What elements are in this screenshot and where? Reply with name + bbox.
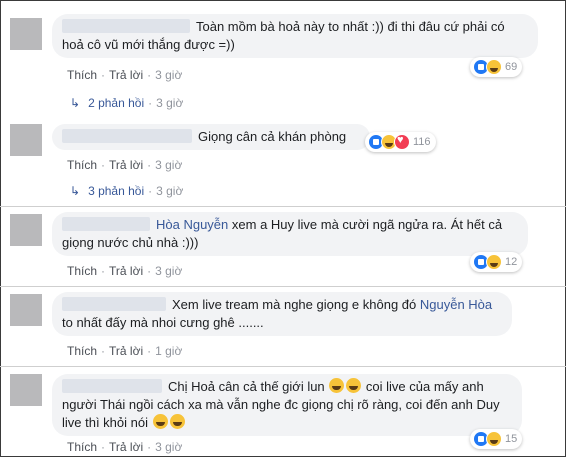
comment-bubble: Xem live tream mà nghe giọng e không đó …	[52, 292, 512, 336]
separator: ·	[101, 344, 106, 358]
replies-time: 3 giờ	[156, 184, 184, 198]
avatar[interactable]	[10, 18, 42, 50]
reply-link[interactable]: Trả lời	[109, 264, 143, 278]
like-link[interactable]: Thích	[67, 264, 97, 278]
divider	[0, 366, 566, 367]
reply-arrow-icon: ↳	[70, 96, 81, 110]
avatar[interactable]	[10, 124, 42, 156]
separator: ·	[101, 264, 106, 278]
view-replies[interactable]: ↳ 2 phản hồi · 3 giờ	[70, 96, 183, 110]
comment-actions: Thích · Trả lời · 3 giờ	[67, 264, 182, 278]
comment-bubble: Chị Hoả cân cả thế giới lun coi live của…	[52, 374, 522, 436]
reaction-count: 15	[505, 433, 518, 445]
comment-bubble: Hòa Nguyễn xem a Huy live mà cười ngã ng…	[52, 212, 528, 256]
comment-text: Giọng cân cả khán phòng	[198, 129, 347, 144]
commenter-name[interactable]	[62, 297, 166, 311]
reply-link[interactable]: Trả lời	[109, 158, 143, 172]
reply-link[interactable]: Trả lời	[109, 344, 143, 358]
reaction-summary[interactable]: 116	[365, 132, 436, 152]
reaction-summary[interactable]: 69	[470, 57, 523, 77]
comment-bubble: Giọng cân cả khán phòng	[52, 124, 370, 150]
comment-actions: Thích · Trả lời · 3 giờ	[67, 68, 182, 82]
view-replies[interactable]: ↳ 3 phản hồi · 3 giờ	[70, 184, 183, 198]
comment-time[interactable]: 3 giờ	[155, 264, 182, 278]
separator: ·	[101, 68, 106, 82]
avatar[interactable]	[10, 374, 42, 406]
reaction-count: 12	[505, 256, 518, 268]
separator: ·	[148, 96, 153, 110]
separator: ·	[147, 68, 152, 82]
commenter-name[interactable]	[62, 379, 162, 393]
commenter-name[interactable]	[62, 19, 190, 33]
replies-count[interactable]: 3 phản hồi	[88, 184, 144, 198]
separator: ·	[101, 440, 106, 454]
reply-arrow-icon: ↳	[70, 184, 81, 198]
comment-text: to nhất đấy mà nhoi cưng ghê .......	[62, 315, 264, 330]
reaction-summary[interactable]: 12	[470, 252, 523, 272]
comment-actions: Thích · Trả lời · 1 giờ	[67, 344, 182, 358]
comment-bubble: Toàn mồm bà hoả này to nhất :)) đi thi đ…	[52, 14, 538, 58]
like-link[interactable]: Thích	[67, 344, 97, 358]
separator: ·	[147, 440, 152, 454]
like-link[interactable]: Thích	[67, 158, 97, 172]
comment-time[interactable]: 3 giờ	[155, 158, 182, 172]
separator: ·	[148, 184, 153, 198]
comment-time[interactable]: 1 giờ	[155, 344, 182, 358]
like-link[interactable]: Thích	[67, 68, 97, 82]
comment-text: Chị Hoả cân cả thế giới lun	[168, 379, 329, 394]
like-link[interactable]: Thích	[67, 440, 97, 454]
tagged-user[interactable]: Hòa Nguyễn	[156, 217, 228, 232]
avatar[interactable]	[10, 294, 42, 326]
laughing-emoji-icon	[346, 378, 362, 393]
avatar[interactable]	[10, 214, 42, 246]
reply-link[interactable]: Trả lời	[109, 440, 143, 454]
tagged-user[interactable]: Nguyễn Hòa	[420, 297, 492, 312]
comment-time[interactable]: 3 giờ	[155, 68, 182, 82]
haha-icon	[486, 59, 502, 75]
reaction-count: 116	[413, 136, 431, 148]
haha-icon	[486, 431, 502, 447]
comment-time[interactable]: 3 giờ	[155, 440, 182, 454]
reply-link[interactable]: Trả lời	[109, 68, 143, 82]
divider	[0, 206, 566, 207]
divider	[0, 286, 566, 287]
commenter-name[interactable]	[62, 217, 150, 231]
commenter-name[interactable]	[62, 129, 192, 143]
comment-actions: Thích · Trả lời · 3 giờ	[67, 440, 182, 454]
separator: ·	[147, 344, 152, 358]
replies-time: 3 giờ	[156, 96, 184, 110]
separator: ·	[147, 264, 152, 278]
separator: ·	[101, 158, 106, 172]
reaction-summary[interactable]: 15	[470, 429, 523, 449]
laughing-emoji-icon	[329, 378, 345, 393]
replies-count[interactable]: 2 phản hồi	[88, 96, 144, 110]
separator: ·	[147, 158, 152, 172]
love-icon	[394, 134, 410, 150]
laughing-emoji-icon	[152, 414, 168, 429]
reaction-count: 69	[505, 61, 518, 73]
comment-text: Xem live tream mà nghe giọng e không đó	[172, 297, 420, 312]
laughing-emoji-icon	[169, 414, 185, 429]
haha-icon	[486, 254, 502, 270]
comment-actions: Thích · Trả lời · 3 giờ	[67, 158, 182, 172]
